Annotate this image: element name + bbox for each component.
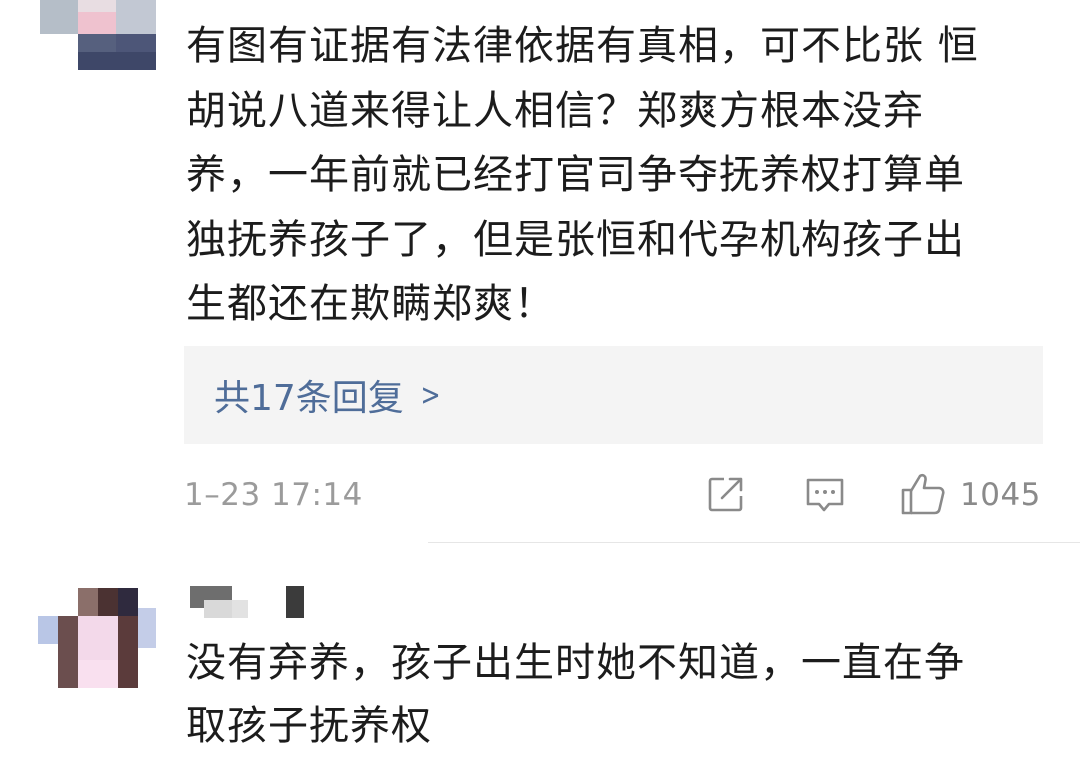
comment-text: 有图有证据有法律依据有真相，可不比张 恒 胡说八道来得让人相信？郑爽方根本没弃 … bbox=[186, 14, 1036, 337]
username[interactable] bbox=[190, 586, 320, 620]
thumbs-up-icon bbox=[901, 473, 945, 515]
comment-line: 取孩子抚养权 bbox=[186, 703, 432, 749]
avatar[interactable] bbox=[38, 588, 156, 688]
comment-line: 没有弃养，孩子出生时她不知道，一直在争 bbox=[186, 640, 965, 686]
comment-line: 独抚养孩子了，但是张恒和代孕机构孩子出 bbox=[186, 216, 965, 263]
comment-line: 胡说八道来得让人相信？郑爽方根本没弃 bbox=[186, 87, 924, 134]
like-button[interactable] bbox=[900, 472, 946, 516]
comment-button[interactable] bbox=[804, 474, 846, 516]
share-icon bbox=[708, 477, 743, 512]
comment-line: 生都还在欺瞒郑爽！ bbox=[186, 281, 555, 327]
comment-meta-row: 1–23 17:14 1045 bbox=[184, 470, 1044, 520]
comment-line: 有图有证据有法律依据有真相，可不比张 恒 bbox=[186, 23, 979, 69]
comment-text: 没有弃养，孩子出生时她不知道，一直在争 取孩子抚养权 bbox=[186, 632, 1036, 758]
divider bbox=[428, 542, 1080, 543]
replies-count-label: 共17条回复 bbox=[214, 378, 404, 419]
share-button[interactable] bbox=[706, 474, 746, 514]
timestamp: 1–23 17:14 bbox=[184, 477, 363, 513]
view-replies-link[interactable]: 共17条回复 > bbox=[214, 369, 443, 421]
comment-icon bbox=[806, 478, 844, 512]
replies-panel[interactable]: 共17条回复 > bbox=[184, 346, 1043, 444]
comment-line: 养，一年前就已经打官司争夺抚养权打算单 bbox=[186, 152, 965, 198]
chevron-right-icon: > bbox=[420, 377, 441, 413]
avatar[interactable] bbox=[40, 0, 156, 70]
like-count: 1045 bbox=[960, 477, 1041, 513]
